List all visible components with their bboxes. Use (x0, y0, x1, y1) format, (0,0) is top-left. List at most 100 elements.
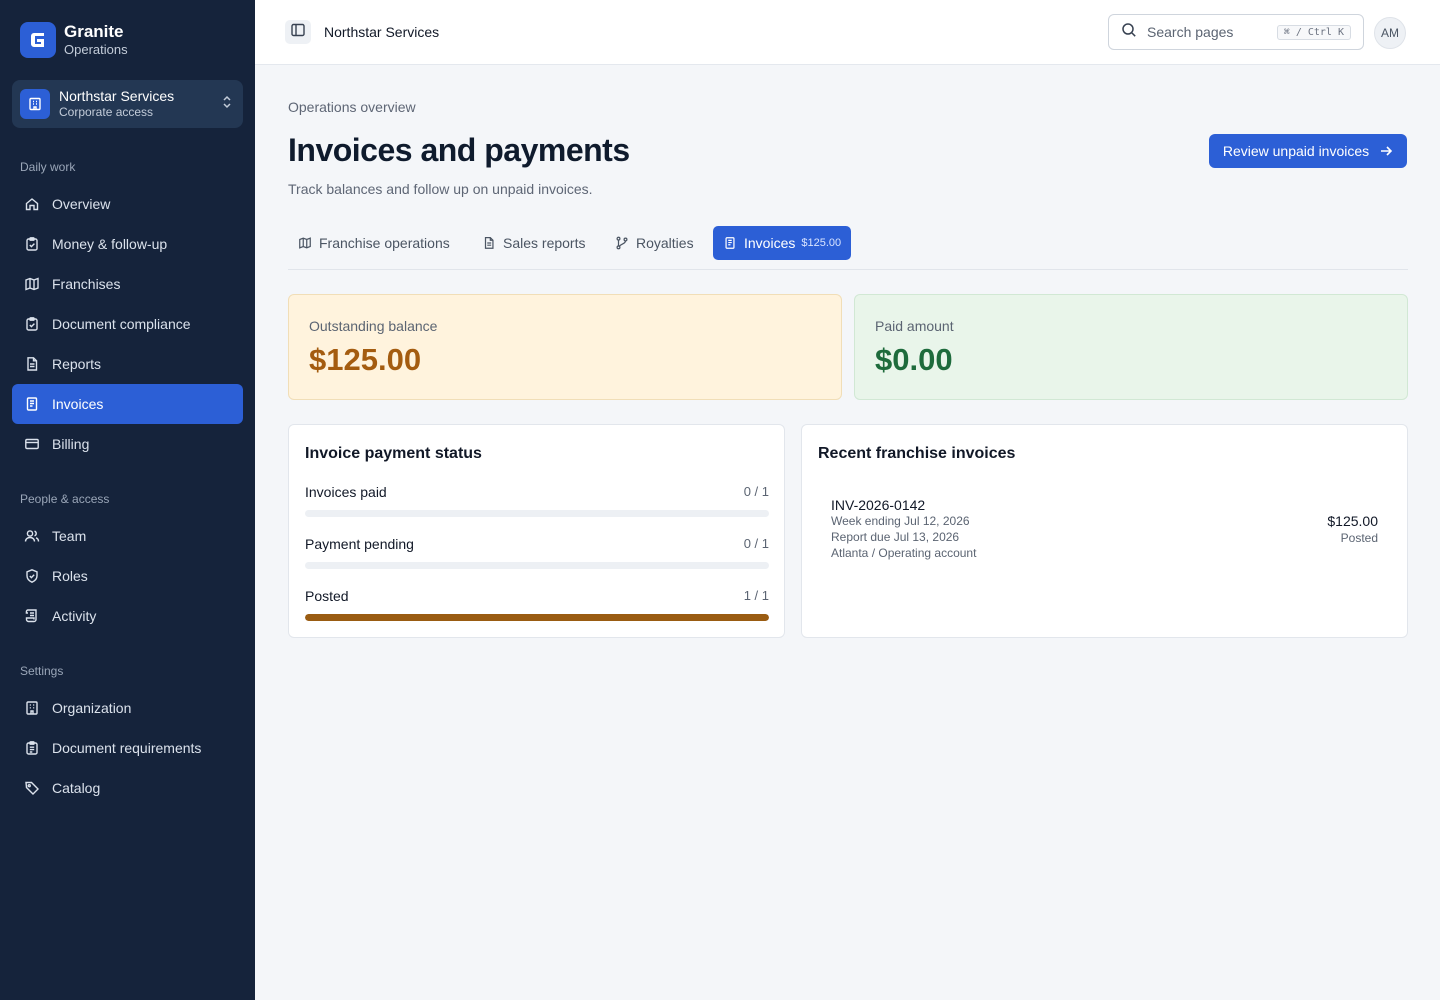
outstanding-balance-card: Outstanding balance $125.00 (288, 294, 842, 400)
sidebar-item-label: Franchises (52, 276, 121, 292)
cta-label: Review unpaid invoices (1222, 143, 1370, 159)
sidebar-item-franchises[interactable]: Franchises (12, 264, 243, 304)
section-tabs: Franchise operations Sales reports Royal… (288, 226, 1408, 270)
user-avatar[interactable]: AM (1374, 17, 1406, 49)
clipboard-check-icon (24, 236, 40, 252)
tab-label: Invoices (744, 235, 796, 251)
building-icon (24, 700, 40, 716)
sidebar-item-document-requirements[interactable]: Document requirements (12, 728, 243, 768)
status-row-posted: Posted 1 / 1 (305, 588, 769, 621)
search-placeholder: Search pages (1147, 24, 1234, 40)
org-access-level: Corporate access (59, 105, 154, 119)
invoice-icon (24, 396, 40, 412)
tab-label: Sales reports (503, 235, 586, 251)
invoice-list-item[interactable]: INV-2026-0142 Week ending Jul 12, 2026 R… (831, 497, 1379, 561)
home-icon (24, 196, 40, 212)
org-name: Northstar Services (59, 88, 175, 104)
sidebar-item-organization[interactable]: Organization (12, 688, 243, 728)
building-icon (20, 89, 50, 119)
stat-value: $0.00 (875, 342, 953, 377)
keyboard-shortcut-hint: ⌘ / Ctrl K (1276, 24, 1351, 40)
invoice-amount-block: $125.00 Posted (1327, 513, 1378, 545)
stat-label: Paid amount (875, 318, 954, 334)
users-icon (24, 528, 40, 544)
sidebar-item-roles[interactable]: Roles (12, 556, 243, 596)
progress-track (305, 614, 769, 621)
breadcrumb[interactable]: Operations overview (288, 99, 416, 115)
status-row-invoices-paid: Invoices paid 0 / 1 (305, 484, 769, 517)
sidebar-item-label: Money & follow-up (52, 236, 168, 252)
brand[interactable]: Granite Operations (20, 22, 128, 58)
sidebar: Granite Operations Northstar Services Co… (0, 0, 255, 1000)
status-count: 1 / 1 (743, 588, 769, 603)
tab-label: Franchise operations (319, 235, 450, 251)
status-label: Payment pending (305, 536, 414, 552)
invoice-week: Week ending Jul 12, 2026 (831, 514, 970, 528)
tab-royalties[interactable]: Royalties (605, 226, 704, 260)
section-label-daily-work: Daily work (20, 160, 76, 174)
section-label-people-access: People & access (20, 492, 110, 506)
tab-sales-reports[interactable]: Sales reports (472, 226, 595, 260)
sidebar-item-activity[interactable]: Activity (12, 596, 243, 636)
arrow-right-icon (1379, 144, 1393, 158)
map-icon (24, 276, 40, 292)
scroll-icon (24, 608, 40, 624)
git-branch-icon (615, 236, 629, 250)
sidebar-item-label: Overview (52, 196, 111, 212)
tab-label: Royalties (636, 235, 694, 251)
sidebar-item-catalog[interactable]: Catalog (12, 768, 243, 808)
sidebar-toggle-button[interactable] (285, 20, 311, 44)
invoice-payment-status-card: Invoice payment status Invoices paid 0 /… (288, 424, 785, 638)
card-title: Invoice payment status (305, 445, 482, 462)
sidebar-item-team[interactable]: Team (12, 516, 243, 556)
tag-icon (24, 780, 40, 796)
workspace-title: Northstar Services (324, 24, 440, 40)
progress-track (305, 510, 769, 517)
page-subtitle: Track balances and follow up on unpaid i… (288, 181, 593, 197)
paid-amount-card: Paid amount $0.00 (854, 294, 1408, 400)
status-count: 0 / 1 (743, 484, 769, 499)
clipboard-check-icon (24, 316, 40, 332)
granite-logo-icon (20, 22, 56, 58)
tab-franchise-operations[interactable]: Franchise operations (288, 226, 460, 260)
progress-track (305, 562, 769, 569)
recent-franchise-invoices-card: Recent franchise invoices INV-2026-0142 … (801, 424, 1408, 638)
chevron-up-down-icon (221, 95, 233, 114)
status-count: 0 / 1 (743, 536, 769, 551)
sidebar-item-label: Team (52, 528, 87, 544)
sidebar-item-label: Billing (52, 436, 90, 452)
org-switcher[interactable]: Northstar Services Corporate access (12, 80, 243, 128)
sidebar-item-label: Catalog (52, 780, 101, 796)
sidebar-item-label: Organization (52, 700, 132, 716)
section-label-settings: Settings (20, 664, 64, 678)
sidebar-item-overview[interactable]: Overview (12, 184, 243, 224)
sidebar-item-invoices[interactable]: Invoices (12, 384, 243, 424)
invoice-amount: $125.00 (1327, 513, 1378, 529)
sidebar-panel-icon (290, 22, 306, 43)
brand-name: Granite (64, 22, 124, 41)
sidebar-item-label: Roles (52, 568, 88, 584)
sidebar-item-label: Document requirements (52, 740, 202, 756)
sidebar-item-money-follow-up[interactable]: Money & follow-up (12, 224, 243, 264)
sidebar-item-label: Activity (52, 608, 97, 624)
sidebar-item-billing[interactable]: Billing (12, 424, 243, 464)
invoice-icon (723, 236, 737, 250)
sidebar-item-label: Document compliance (52, 316, 191, 332)
review-unpaid-invoices-button[interactable]: Review unpaid invoices (1209, 134, 1407, 168)
clipboard-list-icon (24, 740, 40, 756)
invoice-account: Atlanta / Operating account (831, 546, 977, 560)
status-row-payment-pending: Payment pending 0 / 1 (305, 536, 769, 569)
brand-subtitle: Operations (64, 42, 128, 57)
shield-icon (24, 568, 40, 584)
map-icon (298, 236, 312, 250)
sidebar-item-document-compliance[interactable]: Document compliance (12, 304, 243, 344)
invoice-due-date: Report due Jul 13, 2026 (831, 530, 960, 544)
search-input[interactable]: Search pages ⌘ / Ctrl K (1108, 14, 1364, 50)
invoice-number: INV-2026-0142 (831, 497, 926, 513)
topbar: Northstar Services Search pages ⌘ / Ctrl… (255, 0, 1440, 65)
file-text-icon (482, 236, 496, 250)
tab-invoices[interactable]: Invoices $125.00 (713, 226, 852, 260)
sidebar-item-reports[interactable]: Reports (12, 344, 243, 384)
progress-fill (305, 614, 769, 621)
status-label: Posted (305, 588, 349, 604)
